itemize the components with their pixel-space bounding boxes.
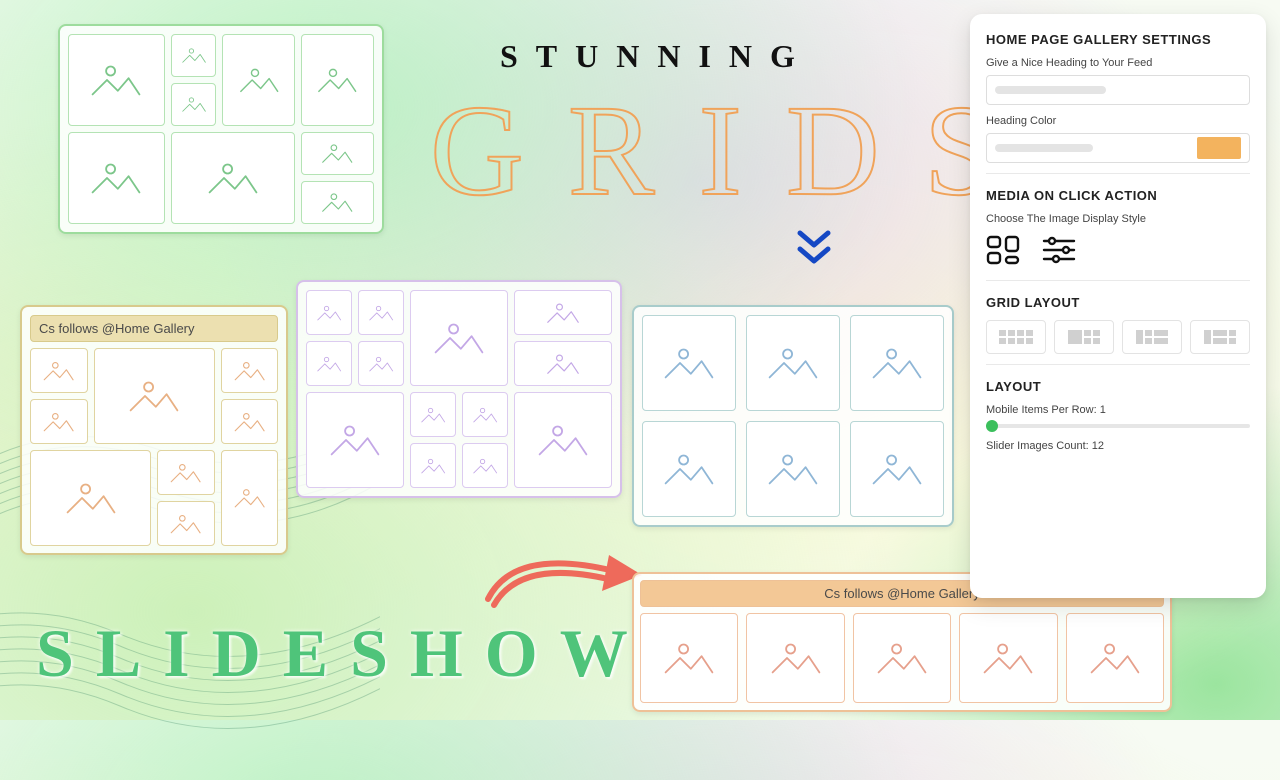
grid-tile: [410, 443, 456, 488]
grid-tile: [410, 290, 508, 386]
mobile-items-slider[interactable]: [986, 424, 1250, 428]
grid-tile: [850, 421, 944, 517]
grid-tile: [157, 450, 215, 495]
slideshow-tile: [1066, 613, 1164, 703]
grid-tile: [642, 421, 736, 517]
slideshow-tile: [853, 613, 951, 703]
layout-section-title: LAYOUT: [986, 379, 1250, 394]
grid-tile: [642, 315, 736, 411]
grid-tile: [68, 34, 165, 126]
media-click-sub: Choose The Image Display Style: [986, 213, 1250, 225]
grid-layout-option-2[interactable]: [1054, 320, 1114, 354]
grid-tile: [171, 132, 295, 224]
mobile-items-label: Mobile Items Per Row: 1: [986, 404, 1250, 416]
grid-tile: [514, 290, 612, 335]
grid-tile: [306, 392, 404, 488]
grid-tile: [221, 399, 279, 444]
grid-tile: [746, 315, 840, 411]
grid-tile: [221, 348, 279, 393]
grid-layout-option-1[interactable]: [986, 320, 1046, 354]
grid-tile: [462, 392, 508, 437]
grid-tile: [221, 450, 279, 546]
settings-panel: HOME PAGE GALLERY SETTINGS Give a Nice H…: [970, 14, 1266, 598]
grid-tile: [171, 34, 216, 77]
heading-color-label: Heading Color: [986, 115, 1250, 127]
grid-tile: [358, 341, 404, 386]
grid-tile: [462, 443, 508, 488]
headline-stunning: STUNNING: [500, 38, 813, 75]
grid-card-green: [58, 24, 384, 234]
grid-tile: [157, 501, 215, 546]
headline-slideshow: SLIDESHOW: [36, 614, 650, 693]
grid-tile: [746, 421, 840, 517]
grid-card-olive: Cs follows @Home Gallery: [20, 305, 288, 555]
grid-tile: [301, 34, 374, 126]
slideshow-tile: [640, 613, 738, 703]
grid-tile: [514, 392, 612, 488]
double-chevron-down-icon: [796, 229, 832, 269]
curved-arrow-icon: [474, 541, 654, 621]
color-swatch[interactable]: [1197, 137, 1241, 159]
heading-input[interactable]: [986, 75, 1250, 105]
grid-tile: [358, 290, 404, 335]
divider: [986, 280, 1250, 281]
grid-layout-option-3[interactable]: [1122, 320, 1182, 354]
grid-tile: [410, 392, 456, 437]
grid-tile: [30, 450, 151, 546]
grid-style-icon[interactable]: [986, 235, 1020, 270]
slideshow-tile: [746, 613, 844, 703]
media-click-title: MEDIA ON CLICK ACTION: [986, 188, 1250, 203]
grid-tile: [30, 348, 88, 393]
grid-layout-title: GRID LAYOUT: [986, 295, 1250, 310]
headline-grids: GRIDS: [430, 76, 1040, 226]
divider: [986, 173, 1250, 174]
grid-tile: [94, 348, 215, 444]
grid-tile: [850, 315, 944, 411]
slider-count-label: Slider Images Count: 12: [986, 440, 1250, 452]
slider-style-icon[interactable]: [1042, 235, 1076, 270]
heading-color-input[interactable]: [986, 133, 1250, 163]
grid-tile: [171, 83, 216, 126]
divider: [986, 364, 1250, 365]
grid-tile: [301, 181, 374, 224]
grid-tile: [306, 290, 352, 335]
slideshow-tile: [959, 613, 1057, 703]
grid-tile: [30, 399, 88, 444]
grid-tile: [301, 132, 374, 175]
grid-card-purple: [296, 280, 622, 498]
grid-layout-option-4[interactable]: [1190, 320, 1250, 354]
grid-card-teal: [632, 305, 954, 527]
grid-card-header: Cs follows @Home Gallery: [30, 315, 278, 342]
grid-tile: [514, 341, 612, 386]
grid-tile: [306, 341, 352, 386]
heading-input-label: Give a Nice Heading to Your Feed: [986, 57, 1250, 69]
grid-tile: [222, 34, 295, 126]
panel-title: HOME PAGE GALLERY SETTINGS: [986, 32, 1250, 47]
grid-tile: [68, 132, 165, 224]
